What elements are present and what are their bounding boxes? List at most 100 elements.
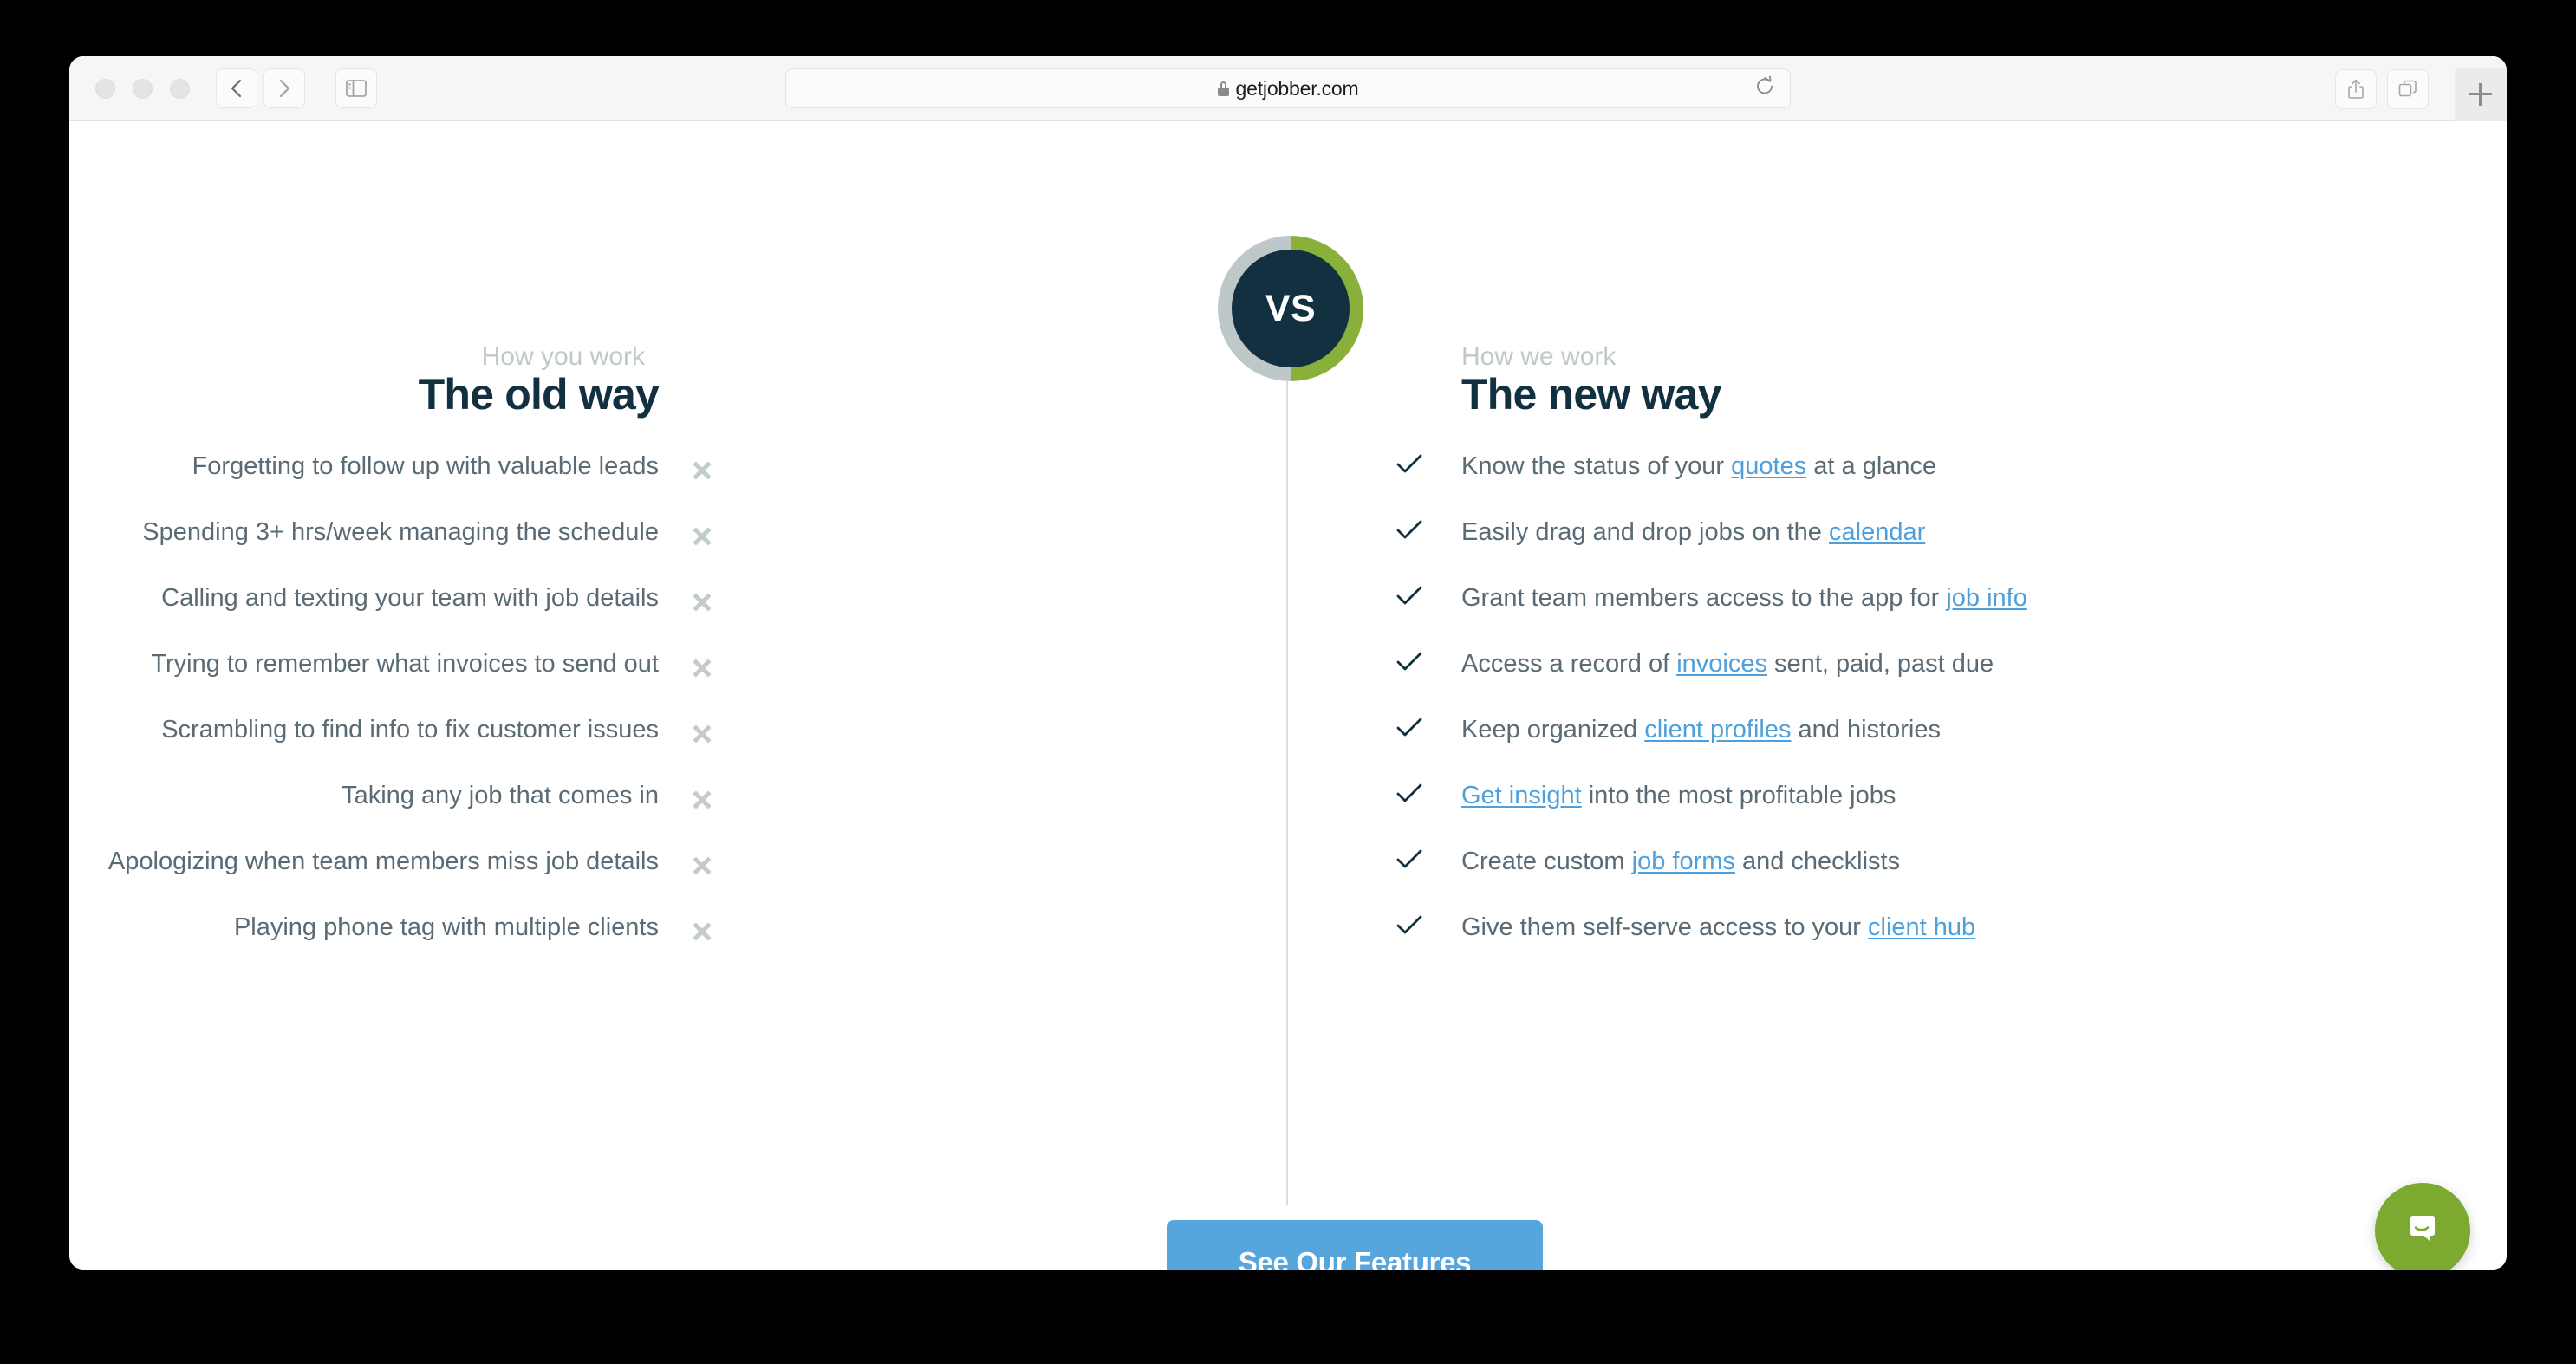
list-item: Spending 3+ hrs/week managing the schedu… <box>69 516 659 581</box>
right-column-title: The new way <box>1461 370 1721 419</box>
old-way-item-text: Taking any job that comes in <box>342 782 659 809</box>
x-icon <box>691 591 713 614</box>
x-icon <box>691 854 713 877</box>
page-content: VS How you work The old way How we work … <box>69 121 2507 1270</box>
item-text-after: and histories <box>1791 716 1941 744</box>
old-way-item-text: Apologizing when team members miss job d… <box>107 848 659 875</box>
list-item: Access a record of invoices sent, paid, … <box>1396 647 2415 713</box>
x-icon <box>691 459 713 482</box>
old-way-item-text: Spending 3+ hrs/week managing the schedu… <box>142 518 659 546</box>
list-item: Apologizing when team members miss job d… <box>69 845 659 911</box>
browser-window: getjobber.com VS How you work The old wa… <box>69 56 2507 1270</box>
x-icon <box>691 525 713 548</box>
old-way-item-text: Playing phone tag with multiple clients <box>233 913 659 941</box>
new-way-item-text: Give them self-serve access to your clie… <box>1461 911 1975 942</box>
item-link[interactable]: invoices <box>1676 650 1767 678</box>
toolbar-right-controls <box>2335 56 2507 121</box>
old-way-item-text: Scrambling to find info to fix customer … <box>161 716 659 744</box>
item-link[interactable]: job forms <box>1632 848 1735 875</box>
check-icon <box>1395 582 1423 610</box>
back-button[interactable] <box>216 68 257 108</box>
item-link[interactable]: quotes <box>1731 452 1806 480</box>
new-way-item-text: Create custom job forms and checklists <box>1461 845 1900 876</box>
list-item: Know the status of your quotes at a glan… <box>1396 450 2415 516</box>
list-item: Calling and texting your team with job d… <box>69 581 659 647</box>
close-window-button[interactable] <box>95 78 115 99</box>
vs-badge-inner: VS <box>1232 250 1350 367</box>
list-item: Trying to remember what invoices to send… <box>69 647 659 713</box>
forward-button[interactable] <box>263 68 305 108</box>
new-way-list: Know the status of your quotes at a glan… <box>1396 450 2415 977</box>
new-way-item-text: Access a record of invoices sent, paid, … <box>1461 647 1994 679</box>
maximize-window-button[interactable] <box>170 78 190 99</box>
browser-toolbar: getjobber.com <box>69 56 2507 121</box>
check-icon <box>1395 516 1423 544</box>
vs-label: VS <box>1265 287 1317 329</box>
check-icon <box>1395 846 1423 874</box>
new-way-item-text: Know the status of your quotes at a glan… <box>1461 450 1936 481</box>
new-tab-button[interactable] <box>2455 68 2507 121</box>
check-icon <box>1395 912 1423 939</box>
column-divider <box>1286 308 1288 1205</box>
reload-button[interactable] <box>1755 75 1774 101</box>
chevron-right-icon <box>277 78 291 99</box>
item-link[interactable]: client profiles <box>1644 716 1791 744</box>
minimize-window-button[interactable] <box>133 78 153 99</box>
x-icon <box>691 723 713 745</box>
item-link[interactable]: Get insight <box>1461 782 1582 809</box>
list-item: Forgetting to follow up with valuable le… <box>69 450 659 516</box>
item-text-before: Keep organized <box>1461 716 1645 744</box>
address-bar[interactable]: getjobber.com <box>785 68 1791 108</box>
item-text-before: Give them self-serve access to your <box>1461 913 1868 941</box>
left-column-eyebrow: How you work <box>481 342 645 371</box>
new-way-item-text: Get insight into the most profitable job… <box>1461 779 1896 810</box>
sidebar-toggle-icon <box>346 80 367 97</box>
check-icon <box>1395 648 1423 676</box>
new-way-item-text: Grant team members access to the app for… <box>1461 581 2027 613</box>
old-way-item-text: Forgetting to follow up with valuable le… <box>192 452 659 480</box>
list-item: Playing phone tag with multiple clients <box>69 911 659 977</box>
item-text-after: into the most profitable jobs <box>1581 782 1896 809</box>
item-link[interactable]: job info <box>1946 584 2027 612</box>
tab-overview-button[interactable] <box>2387 68 2429 109</box>
url-text: getjobber.com <box>1235 76 1359 100</box>
item-text-before: Know the status of your <box>1461 452 1732 480</box>
item-text-before: Easily drag and drop jobs on the <box>1461 518 1829 546</box>
list-item: Scrambling to find info to fix customer … <box>69 713 659 779</box>
item-text-before: Grant team members access to the app for <box>1461 584 1947 612</box>
list-item: Keep organized client profiles and histo… <box>1396 713 2415 779</box>
list-item: Get insight into the most profitable job… <box>1396 779 2415 845</box>
x-icon <box>691 920 713 943</box>
item-text-after: sent, paid, past due <box>1767 650 1994 678</box>
vs-badge: VS <box>1218 236 1363 381</box>
address-bar-content: getjobber.com <box>1217 76 1359 101</box>
item-text-before: Create custom <box>1461 848 1632 875</box>
check-icon <box>1395 780 1423 808</box>
see-our-features-button[interactable]: See Our Features <box>1167 1220 1543 1270</box>
navigation-buttons <box>216 68 377 108</box>
list-item: Easily drag and drop jobs on the calenda… <box>1396 516 2415 581</box>
x-icon <box>691 789 713 811</box>
sidebar-toggle-button[interactable] <box>335 68 377 108</box>
list-item: Grant team members access to the app for… <box>1396 581 2415 647</box>
item-text-before: Access a record of <box>1461 650 1677 678</box>
share-button[interactable] <box>2335 68 2377 109</box>
check-icon <box>1395 714 1423 742</box>
old-way-item-text: Trying to remember what invoices to send… <box>151 650 659 678</box>
item-text-after: and checklists <box>1734 848 1901 875</box>
chevron-left-icon <box>230 78 244 99</box>
new-way-item-text: Easily drag and drop jobs on the calenda… <box>1461 516 1925 547</box>
x-icon <box>691 657 713 679</box>
list-item: Create custom job forms and checklists <box>1396 845 2415 911</box>
list-item: Give them self-serve access to your clie… <box>1396 911 2415 977</box>
share-icon <box>2346 78 2365 101</box>
old-way-list: Forgetting to follow up with valuable le… <box>69 450 659 977</box>
new-way-item-text: Keep organized client profiles and histo… <box>1461 713 1941 744</box>
plus-icon <box>2469 83 2492 106</box>
lock-icon <box>1217 81 1229 96</box>
reload-icon <box>1757 75 1773 94</box>
item-link[interactable]: calendar <box>1829 518 1925 546</box>
item-text-after: at a glance <box>1806 452 1937 480</box>
item-link[interactable]: client hub <box>1868 913 1975 941</box>
chat-launcher-button[interactable] <box>2375 1183 2470 1270</box>
